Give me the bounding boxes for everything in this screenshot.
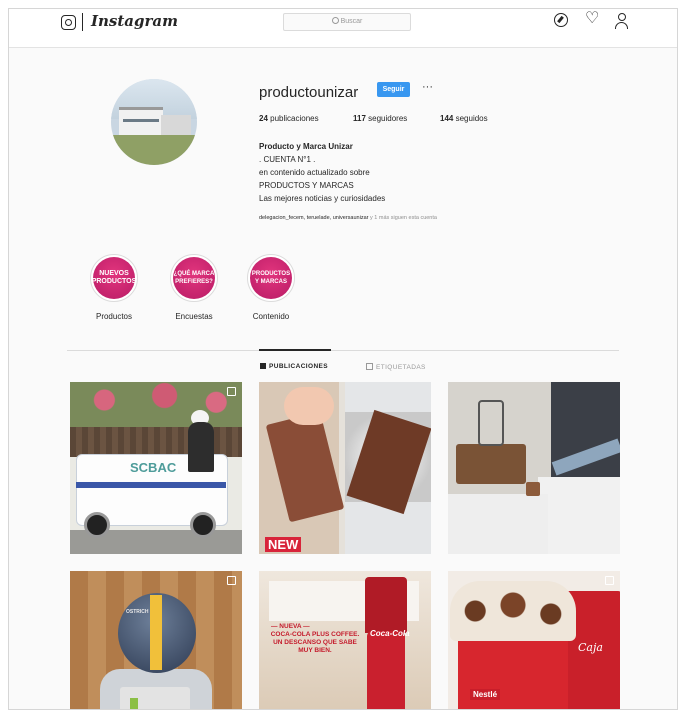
more-options-button[interactable]: ···	[422, 81, 433, 93]
posts-count-stat: 24 publicaciones	[259, 114, 319, 123]
highlight-label: Encuestas	[175, 312, 213, 321]
followers-count: 117	[353, 114, 366, 123]
followers-label: seguidores	[368, 114, 408, 123]
highlight-ring: NUEVOS PRODUCTOS	[90, 254, 138, 302]
following-stat[interactable]: 144 seguidos	[440, 114, 488, 123]
tab-publicaciones[interactable]: PUBLICACIONES	[260, 363, 328, 370]
post-thumbnail[interactable]: OSTRICH	[70, 571, 242, 709]
following-count: 144	[440, 114, 454, 123]
bio-line: PRODUCTOS Y MARCAS	[259, 181, 354, 190]
bio-line: Las mejores noticias y curiosidades	[259, 194, 386, 203]
post-text: — NUEVA —	[271, 623, 310, 630]
highlight-cover: PRODUCTOS Y MARCAS	[250, 257, 292, 299]
post-text: Caja	[578, 641, 603, 654]
instagram-glyph-icon[interactable]	[61, 15, 76, 30]
multiple-photos-icon	[227, 387, 236, 396]
highlight-productos[interactable]: NUEVOS PRODUCTOS Productos	[90, 254, 138, 321]
top-navigation-bar: Instagram Buscar ♡	[9, 9, 677, 48]
username: productounizar	[259, 84, 359, 101]
grid-icon	[260, 363, 266, 369]
logo-divider	[82, 13, 83, 31]
followed-by-names: delegacion_fecem, teruelade, universauni…	[259, 215, 369, 221]
heart-icon[interactable]: ♡	[585, 11, 599, 27]
highlight-encuestas[interactable]: ¿QUÉ MARCA PREFIERES? Encuestas	[170, 254, 218, 321]
post-thumbnail[interactable]	[448, 382, 620, 554]
instagram-profile-page: Instagram Buscar ♡ productounizar Seguir…	[8, 8, 678, 710]
post-thumbnail[interactable]: NEW	[259, 382, 431, 554]
followed-by-rest: y 1 más siguen esta cuenta	[368, 215, 437, 221]
followers-stat[interactable]: 117 seguidores	[353, 114, 407, 123]
search-input[interactable]: Buscar	[283, 13, 411, 31]
following-label: seguidos	[455, 114, 488, 123]
post-text: NEW	[265, 537, 302, 552]
post-thumbnail[interactable]: Caja Nestlé	[448, 571, 620, 709]
multiple-photos-icon	[227, 576, 236, 585]
search-icon	[331, 17, 339, 24]
profile-avatar[interactable]	[111, 79, 197, 165]
highlight-label: Productos	[95, 312, 133, 321]
bio-name: Producto y Marca Unizar	[259, 142, 353, 151]
tab-label: PUBLICACIONES	[269, 363, 329, 370]
follow-button[interactable]: Seguir	[377, 82, 410, 97]
highlight-ring: ¿QUÉ MARCA PREFIERES?	[170, 254, 218, 302]
active-tab-indicator	[259, 349, 331, 351]
followed-by[interactable]: delegacion_fecem, teruelade, universauni…	[259, 215, 437, 221]
multiple-photos-icon	[605, 576, 614, 585]
tab-etiquetadas[interactable]: ETIQUETADAS	[366, 363, 426, 371]
highlight-cover: ¿QUÉ MARCA PREFIERES?	[173, 257, 215, 299]
post-text: OSTRICH	[126, 609, 149, 615]
post-thumbnail[interactable]: SCBAC	[70, 382, 242, 554]
highlight-contenido[interactable]: PRODUCTOS Y MARCAS Contenido	[247, 254, 295, 321]
post-text: SCBAC	[130, 460, 177, 475]
instagram-logo[interactable]: Instagram	[91, 12, 178, 30]
bio-line: . CUENTA N°1 .	[259, 155, 316, 164]
tag-icon	[366, 363, 373, 370]
post-text: COCA-COLA PLUS COFFEE. UN DESCANSO QUE S…	[270, 631, 360, 654]
post-text: Nestlé	[470, 689, 501, 700]
compass-icon[interactable]	[554, 13, 568, 27]
post-thumbnail[interactable]: — NUEVA — COCA-COLA PLUS COFFEE. UN DESC…	[259, 571, 431, 709]
profile-icon[interactable]	[615, 13, 629, 29]
tabs-divider	[67, 350, 619, 351]
posts-label: publicaciones	[270, 114, 319, 123]
posts-count: 24	[259, 114, 268, 123]
profile-bio: Producto y Marca Unizar . CUENTA N°1 . e…	[259, 140, 385, 205]
post-text: Coca-Cola	[370, 629, 410, 638]
highlight-cover: NUEVOS PRODUCTOS	[92, 257, 136, 299]
highlight-label: Contenido	[252, 312, 290, 321]
search-placeholder: Buscar	[340, 18, 363, 25]
tab-label: ETIQUETADAS	[376, 364, 426, 371]
bio-line: en contenido actualizado sobre	[259, 168, 370, 177]
highlight-ring: PRODUCTOS Y MARCAS	[247, 254, 295, 302]
